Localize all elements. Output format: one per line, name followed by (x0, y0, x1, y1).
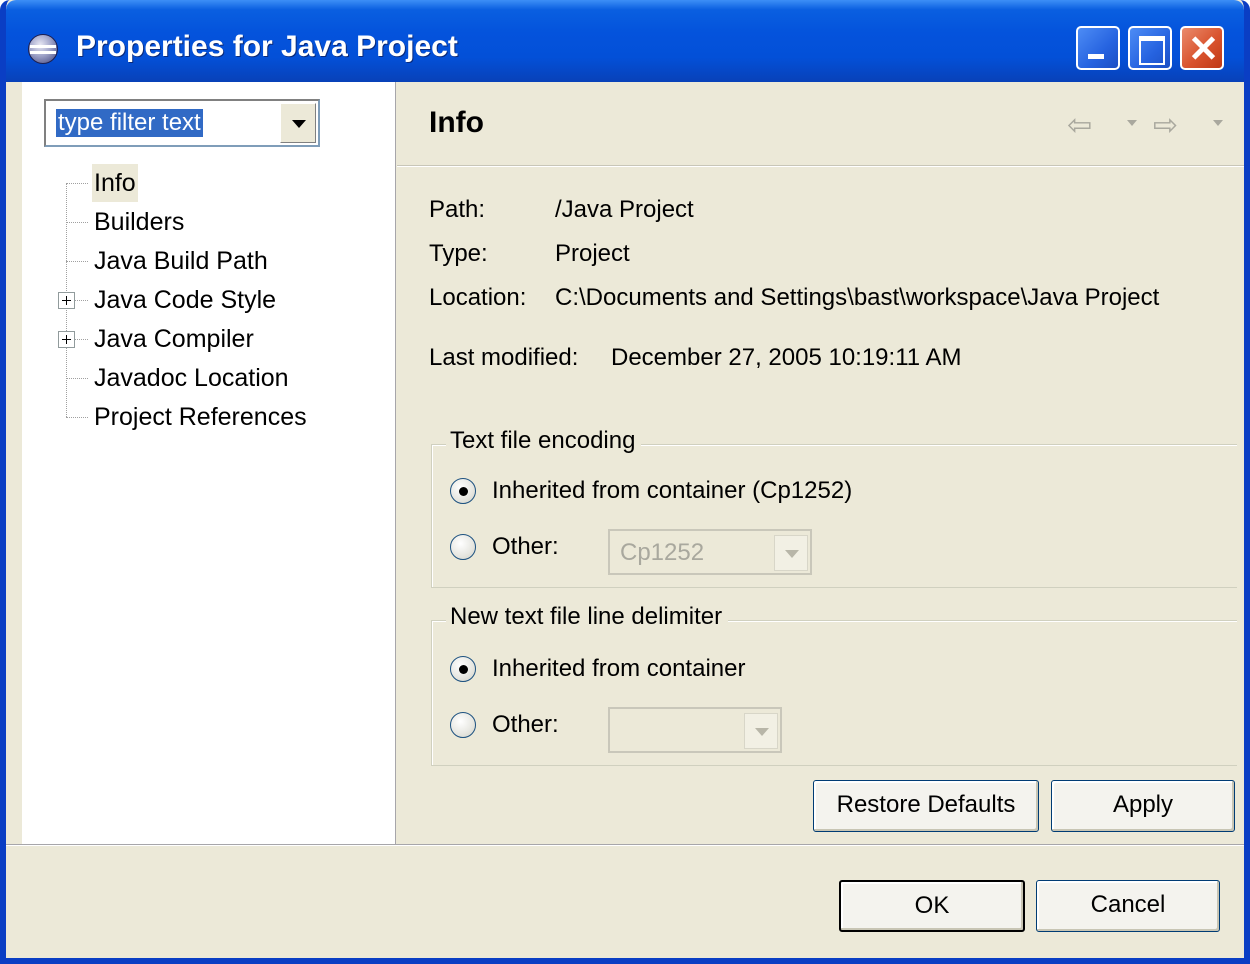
radio-checked-icon[interactable] (450, 656, 476, 682)
filter-input[interactable]: type filter text (56, 109, 203, 137)
page-header: Info ⇦ ⇨ (397, 82, 1244, 166)
restore-defaults-button[interactable]: Restore Defaults (813, 780, 1039, 832)
ok-button[interactable]: OK (839, 880, 1025, 932)
path-label: Path: (429, 196, 486, 223)
page-title: Info (429, 106, 484, 139)
radio-label: Inherited from container (Cp1252) (492, 477, 853, 504)
tree-connector (66, 222, 88, 223)
type-label: Type: (429, 240, 488, 267)
tree-connector (66, 417, 88, 418)
cancel-button[interactable]: Cancel (1036, 880, 1220, 932)
minimize-icon[interactable] (1076, 26, 1120, 70)
maximize-icon[interactable] (1128, 26, 1172, 70)
expand-plus-icon[interactable] (58, 331, 75, 348)
chevron-down-icon[interactable] (280, 103, 316, 143)
chevron-down-icon[interactable] (744, 713, 778, 749)
expand-plus-icon[interactable] (58, 292, 75, 309)
delimiter-group: New text file line delimiter Inherited f… (431, 603, 1237, 766)
chevron-down-icon[interactable] (774, 535, 808, 571)
delimiter-other-select[interactable] (608, 707, 782, 753)
radio-label: Other: (492, 533, 559, 560)
radio-label: Other: (492, 711, 559, 738)
close-icon[interactable] (1180, 26, 1224, 70)
radio-label: Inherited from container (492, 655, 746, 682)
back-arrow-icon[interactable]: ⇦ (1067, 108, 1092, 143)
path-value: /Java Project (555, 196, 694, 223)
forward-history-dropdown-icon[interactable] (1213, 120, 1223, 126)
modified-label: Last modified: (429, 344, 579, 371)
tree-item-label: Builders (94, 208, 185, 236)
properties-dialog: Properties for Java Project type filter … (0, 0, 1250, 964)
apply-button[interactable]: Apply (1051, 780, 1235, 832)
navigation-pane: type filter text Info Builders Java Buil… (22, 82, 396, 844)
radio-unchecked-icon[interactable] (450, 534, 476, 560)
dialog-footer: OK Cancel (6, 844, 1244, 958)
back-history-dropdown-icon[interactable] (1127, 120, 1137, 126)
encoding-other-select[interactable]: Cp1252 (608, 529, 812, 575)
tree-item-label: Java Compiler (94, 325, 254, 353)
tree-item-label: Java Build Path (94, 247, 268, 275)
location-value: C:\Documents and Settings\bast\workspace… (555, 284, 1160, 311)
tree-item-label: Info (92, 164, 138, 202)
window-title: Properties for Java Project (76, 30, 458, 63)
radio-unchecked-icon[interactable] (450, 712, 476, 738)
tree-connector (66, 261, 88, 262)
encoding-other-value: Cp1252 (620, 539, 705, 566)
encoding-group-title: Text file encoding (446, 427, 642, 455)
radio-checked-icon[interactable] (450, 478, 476, 504)
type-value: Project (555, 240, 630, 267)
title-bar[interactable]: Properties for Java Project (6, 0, 1244, 82)
tree-item-label: Java Code Style (94, 286, 277, 314)
forward-arrow-icon[interactable]: ⇨ (1153, 108, 1178, 143)
modified-value: December 27, 2005 10:19:11 AM (611, 344, 962, 371)
tree-item-label: Javadoc Location (94, 364, 289, 392)
tree-connector (66, 183, 88, 184)
location-label: Location: (429, 284, 527, 311)
tree-item-label: Project References (94, 403, 307, 431)
filter-combo[interactable]: type filter text (44, 99, 320, 147)
eclipse-icon (28, 34, 58, 64)
property-page: Info ⇦ ⇨ Path: /Java Project Type: Proje… (397, 82, 1244, 844)
tree-connector (66, 378, 88, 379)
delimiter-group-title: New text file line delimiter (446, 603, 729, 631)
encoding-group: Text file encoding Inherited from contai… (431, 427, 1237, 588)
